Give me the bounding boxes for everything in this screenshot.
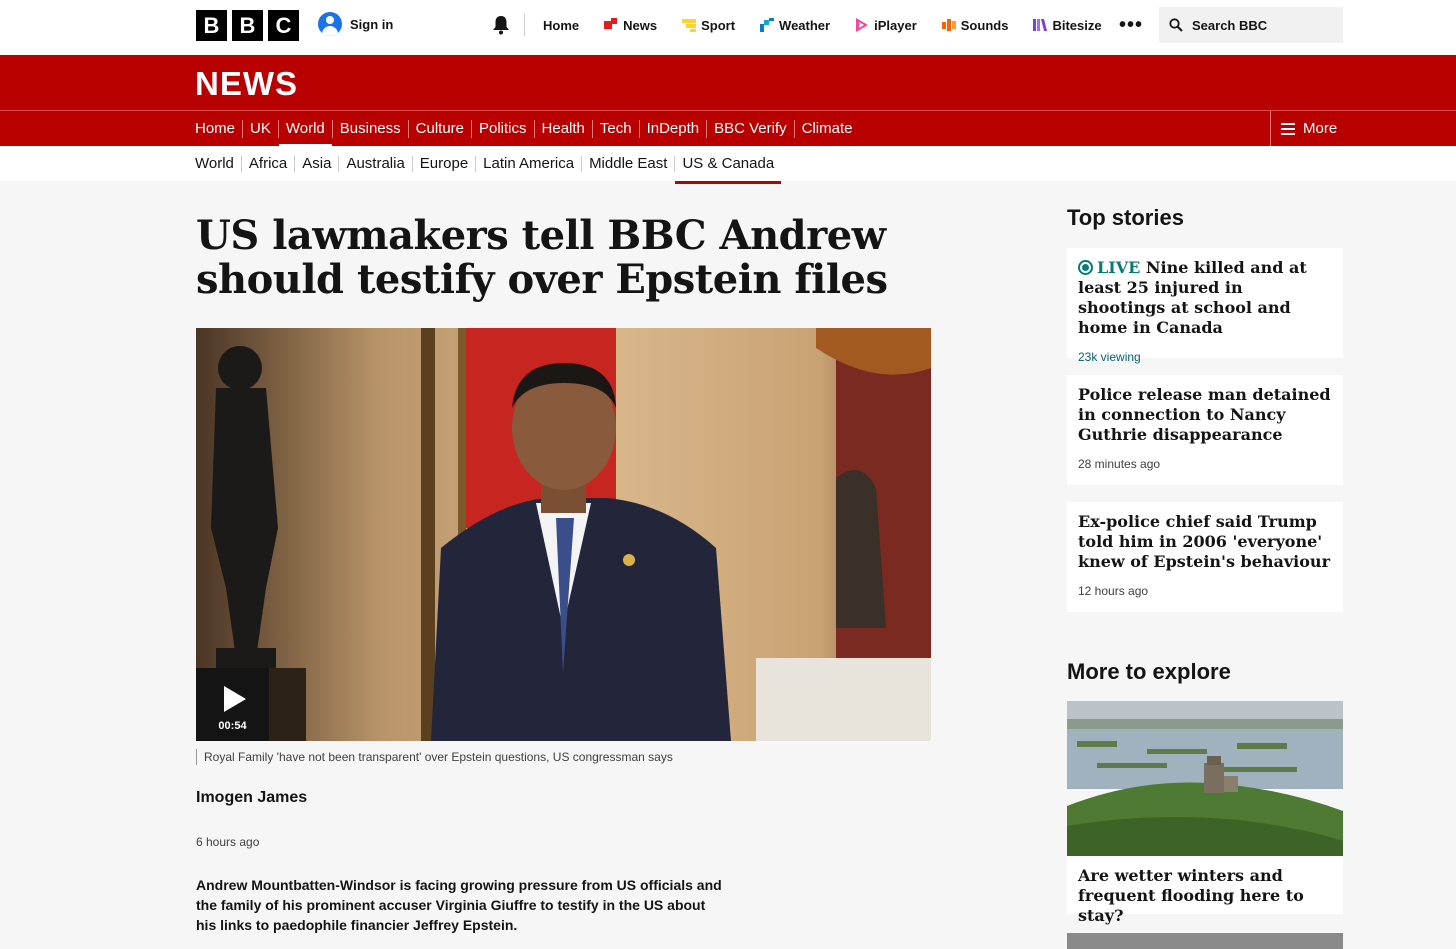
- subnav-items: World Africa Asia Australia Europe Latin Amer…: [195, 146, 781, 184]
- section-subnav: World Africa Asia Australia Europe Latin Amer…: [0, 146, 1456, 184]
- news-nav-home[interactable]: Home: [195, 120, 242, 138]
- sounds-icon: [941, 19, 956, 31]
- video-still-image: [196, 328, 931, 741]
- play-video-button[interactable]: 00:54: [196, 668, 269, 741]
- explore-story-title: Are wetter winters and frequent flooding…: [1078, 866, 1304, 925]
- iplayer-icon: [856, 18, 869, 32]
- global-nav-news[interactable]: News: [604, 18, 657, 33]
- subnav-latin-america[interactable]: Latin America: [475, 155, 581, 172]
- explore-story-image-2[interactable]: [1067, 933, 1343, 949]
- explore-story-image[interactable]: [1067, 701, 1343, 856]
- bitesize-icon: [1033, 19, 1048, 31]
- search-placeholder: Search BBC: [1192, 17, 1268, 33]
- news-nav-bbc-verify[interactable]: BBC Verify: [706, 119, 794, 138]
- article-headline: US lawmakers tell BBC Andrew should test…: [196, 212, 888, 303]
- article-timestamp: 6 hours ago: [196, 835, 260, 849]
- top-story-card[interactable]: Ex-police chief said Trump told him in 2…: [1067, 502, 1343, 612]
- global-nav-weather[interactable]: Weather: [760, 18, 830, 33]
- top-story-card[interactable]: LIVE Nine killed and at least 25 injured…: [1067, 248, 1343, 364]
- play-icon: [224, 686, 246, 712]
- story-title: Police release man detained in connectio…: [1078, 385, 1331, 444]
- more-menu-button[interactable]: •••: [1119, 14, 1143, 37]
- story-meta: 28 minutes ago: [1078, 457, 1161, 471]
- top-story-card[interactable]: Police release man detained in connectio…: [1067, 375, 1343, 485]
- news-nav-indepth[interactable]: InDepth: [638, 119, 707, 138]
- nav-label: Sounds: [960, 17, 1009, 33]
- live-indicator-icon: [1078, 260, 1093, 275]
- nav-label: Home: [543, 17, 580, 33]
- news-header: NEWS Home UK World Business Culture Politics H…: [0, 55, 1456, 147]
- story-meta: 12 hours ago: [1078, 584, 1149, 598]
- article-lead-paragraph: Andrew Mountbatten-Windsor is facing gro…: [196, 877, 722, 933]
- global-nav-home[interactable]: Home: [543, 18, 579, 33]
- subnav-europe[interactable]: Europe: [411, 155, 475, 172]
- global-header: B B C Sign in Home News Sport Weather iP…: [0, 0, 1456, 55]
- nav-label: iPlayer: [874, 17, 917, 33]
- subnav-middle-east[interactable]: Middle East: [581, 155, 674, 172]
- sport-icon: [682, 19, 697, 32]
- global-nav-bitesize[interactable]: Bitesize: [1033, 17, 1102, 33]
- logo-letter: C: [268, 10, 299, 41]
- global-nav-sounds[interactable]: Sounds: [941, 17, 1009, 33]
- more-to-explore-heading: More to explore: [1067, 659, 1231, 684]
- news-title[interactable]: NEWS: [195, 65, 298, 103]
- flood-landscape-image: [1067, 701, 1343, 856]
- more-label: More: [1303, 120, 1338, 137]
- story-title: LIVE Nine killed and at least 25 injured…: [1078, 258, 1332, 338]
- top-stories-heading: Top stories: [1067, 205, 1184, 230]
- nav-label: Weather: [779, 17, 831, 33]
- subnav-world[interactable]: World: [195, 155, 241, 172]
- news-nav-business[interactable]: Business: [331, 119, 408, 138]
- more-sections-button[interactable]: More: [1270, 111, 1337, 146]
- sign-in-button[interactable]: Sign in: [318, 12, 393, 36]
- article-video[interactable]: 00:54: [196, 328, 931, 741]
- nav-label: Bitesize: [1052, 17, 1102, 33]
- hamburger-icon: [1281, 122, 1295, 135]
- news-nav-tech[interactable]: Tech: [591, 119, 639, 138]
- news-nav-climate[interactable]: Climate: [793, 119, 860, 138]
- news-nav-culture[interactable]: Culture: [407, 119, 471, 138]
- bbc-logo[interactable]: B B C: [196, 10, 299, 41]
- nav-divider: [524, 14, 525, 36]
- author-byline: Imogen James: [196, 789, 308, 806]
- global-nav-sport[interactable]: Sport: [682, 18, 735, 33]
- video-duration: 00:54: [218, 720, 247, 732]
- sign-in-label: Sign in: [350, 16, 394, 32]
- story-title: Ex-police chief said Trump told him in 2…: [1078, 512, 1330, 571]
- news-nav-world[interactable]: World: [277, 119, 332, 147]
- subnav-us-canada[interactable]: US & Canada: [674, 155, 781, 184]
- explore-story-card[interactable]: Are wetter winters and frequent flooding…: [1067, 856, 1343, 925]
- nav-label: News: [623, 17, 658, 33]
- subnav-australia[interactable]: Australia: [338, 155, 411, 172]
- logo-letter: B: [232, 10, 263, 41]
- search-input[interactable]: Search BBC: [1159, 7, 1343, 43]
- live-badge: LIVE: [1078, 258, 1140, 277]
- story-meta: 23k viewing: [1078, 350, 1141, 364]
- news-nav-politics[interactable]: Politics: [471, 119, 534, 138]
- user-avatar-icon: [318, 12, 342, 36]
- search-icon: [1169, 18, 1183, 32]
- news-nav-health[interactable]: Health: [533, 119, 592, 138]
- live-label: LIVE: [1097, 258, 1141, 277]
- nav-label: Sport: [701, 17, 736, 33]
- news-nav-uk[interactable]: UK: [242, 119, 278, 138]
- news-icon: [604, 18, 618, 29]
- notifications-bell-icon[interactable]: [492, 15, 510, 35]
- subnav-africa[interactable]: Africa: [240, 155, 294, 172]
- subnav-asia[interactable]: Asia: [294, 155, 338, 172]
- global-nav-iplayer[interactable]: iPlayer: [855, 18, 917, 33]
- logo-letter: B: [196, 10, 227, 41]
- weather-icon: [760, 18, 775, 32]
- news-nav: Home UK World Business Culture Politics Health…: [195, 111, 860, 147]
- video-caption: Royal Family 'have not been transparent'…: [196, 749, 673, 765]
- global-nav: Home News Sport Weather iPlayer Sounds B…: [524, 0, 1127, 50]
